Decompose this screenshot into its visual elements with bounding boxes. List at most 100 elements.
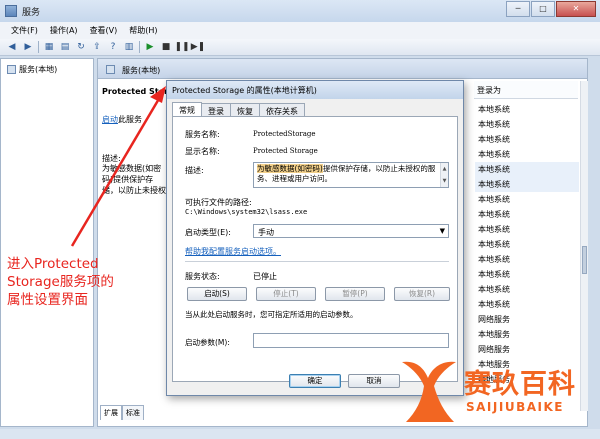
description-text: 为敏感数据(如密码)提供保护存储，以防止未授权的服务	[102, 164, 166, 195]
annotation-line-1: 进入Protected	[7, 256, 99, 272]
start-service-link[interactable]: 启动	[102, 115, 118, 124]
maximize-button[interactable]: □	[531, 1, 555, 17]
properties-icon[interactable]: ▤	[59, 41, 71, 53]
annotation-text: 进入Protected Storage服务项的 属性设置界面	[7, 255, 137, 309]
logon-as-list: 本地系统 本地系统 本地系统 本地系统 本地系统 本地系统 本地系统 本地系统 …	[475, 102, 579, 387]
description-selected-text: 为敏感数据(如密码)	[257, 164, 323, 173]
forward-arrow-icon[interactable]: ▶	[22, 41, 34, 53]
tree-item-label: 服务(本地)	[19, 65, 58, 74]
toolbar: ◀ ▶ ▦ ▤ ↻ ⇪ ? ▥ ▶ ■ ❚❚ ▶❚	[0, 39, 600, 56]
ok-button[interactable]: 确定	[289, 374, 341, 388]
list-item[interactable]: 本地系统	[475, 297, 579, 312]
minimize-button[interactable]: ─	[506, 1, 530, 17]
list-item[interactable]: 本地系统	[475, 192, 579, 207]
whale-tail-logo-icon	[402, 361, 456, 422]
view-tabs: 扩展 标准	[100, 405, 144, 420]
properties-dialog: Protected Storage 的属性(本地计算机) 常规 登录 恢复 依存…	[166, 80, 464, 396]
description-textbox[interactable]: 为敏感数据(如密码)提供保护存储，以防止未授权的服务、进程或用户访问。 ▲ ▼	[253, 162, 449, 188]
dialog-body: 常规 登录 恢复 依存关系 服务名称: ProtectedStorage 显示名…	[172, 102, 458, 382]
menu-help[interactable]: 帮助(H)	[124, 22, 164, 39]
watermark: 赛玖百科 SAIJIUBAIKE	[392, 354, 598, 434]
list-item[interactable]: 本地系统	[475, 282, 579, 297]
console-tree-icon[interactable]: ▦	[43, 41, 55, 53]
menu-action[interactable]: 操作(A)	[45, 22, 85, 39]
menu-view[interactable]: 查看(V)	[85, 22, 125, 39]
window-titlebar: 服务 ─ □ ✕	[0, 0, 600, 22]
description-field-label: 描述:	[185, 166, 204, 175]
general-tab-page: 服务名称: ProtectedStorage 显示名称: Protected S…	[172, 116, 458, 382]
list-item[interactable]: 本地系统	[475, 132, 579, 147]
restart-service-icon[interactable]: ▶❚	[191, 41, 205, 53]
startup-type-label: 启动类型(E):	[185, 228, 231, 237]
dialog-title: Protected Storage 的属性(本地计算机)	[167, 81, 463, 99]
panel-title: 服务(本地)	[122, 66, 161, 75]
tab-logon[interactable]: 登录	[201, 103, 231, 117]
toolbar-separator	[38, 41, 39, 53]
start-button[interactable]: 启动(S)	[187, 287, 247, 301]
list-item[interactable]: 本地系统	[475, 252, 579, 267]
annotation-line-3: 属性设置界面	[7, 292, 88, 308]
menu-bar: 文件(F) 操作(A) 查看(V) 帮助(H)	[0, 22, 600, 39]
window-title: 服务	[22, 8, 41, 18]
services-icon	[106, 65, 115, 74]
service-status-label: 服务状态:	[185, 272, 220, 281]
console-tree: 服务(本地)	[0, 58, 94, 427]
list-item[interactable]: 本地系统	[475, 237, 579, 252]
list-item[interactable]: 网络服务	[475, 312, 579, 327]
tab-general[interactable]: 常规	[172, 102, 202, 117]
startup-type-select[interactable]: 手动 ▼	[253, 224, 449, 238]
toolbar-separator-2	[139, 41, 140, 53]
tab-dependencies[interactable]: 依存关系	[259, 103, 305, 117]
divider	[185, 261, 449, 262]
list-item[interactable]: 本地系统	[475, 162, 579, 177]
export-list-icon[interactable]: ⇪	[91, 41, 103, 53]
dialog-tabs: 常规 登录 恢复 依存关系	[172, 102, 305, 117]
list-item[interactable]: 本地系统	[475, 117, 579, 132]
stop-button[interactable]: 停止(T)	[256, 287, 316, 301]
list-item[interactable]: 本地服务	[475, 327, 579, 342]
executable-path-label: 可执行文件的路径:	[185, 198, 252, 207]
watermark-sub: SAIJIUBAIKE	[466, 400, 564, 414]
show-pane-icon[interactable]: ▥	[123, 41, 135, 53]
scrollbar-thumb[interactable]	[582, 246, 587, 274]
start-service-link-line: 启动此服务	[102, 114, 142, 125]
description-scrollbar[interactable]: ▲ ▼	[440, 163, 448, 187]
list-item[interactable]: 本地系统	[475, 147, 579, 162]
service-name-value: ProtectedStorage	[253, 130, 316, 138]
list-item[interactable]: 本地系统	[475, 177, 579, 192]
panel-header: 服务(本地)	[98, 59, 587, 79]
pause-button[interactable]: 暂停(P)	[325, 287, 385, 301]
help-icon[interactable]: ?	[107, 41, 119, 53]
list-item[interactable]: 本地系统	[475, 207, 579, 222]
refresh-icon[interactable]: ↻	[75, 41, 87, 53]
startup-help-link[interactable]: 帮助我配置服务启动选项。	[185, 246, 281, 257]
service-status-value: 已停止	[253, 272, 277, 281]
stop-service-icon[interactable]: ■	[160, 41, 172, 53]
executable-path-value: C:\Windows\system32\lsass.exe	[185, 208, 308, 216]
start-service-icon[interactable]: ▶	[144, 41, 156, 53]
watermark-brand: 赛玖百科	[464, 369, 576, 400]
tree-item-services-local[interactable]: 服务(本地)	[7, 64, 57, 75]
display-name-value: Protected Storage	[253, 147, 318, 155]
tab-recovery[interactable]: 恢复	[230, 103, 260, 117]
startup-params-note: 当从此处启动服务时，您可指定所适用的启动参数。	[185, 310, 358, 319]
column-header-logon-as[interactable]: 登录为	[474, 81, 578, 99]
service-name-label: 服务名称:	[185, 130, 220, 139]
services-app-icon	[5, 5, 17, 17]
start-service-suffix: 此服务	[118, 115, 142, 124]
startup-type-value: 手动	[258, 228, 274, 237]
resume-button[interactable]: 恢复(R)	[394, 287, 450, 301]
tab-extended[interactable]: 扩展	[100, 405, 122, 420]
close-button[interactable]: ✕	[556, 1, 596, 17]
menu-file[interactable]: 文件(F)	[6, 22, 45, 39]
list-item[interactable]: 本地系统	[475, 102, 579, 117]
startup-params-input[interactable]	[253, 333, 449, 348]
pause-service-icon[interactable]: ❚❚	[174, 41, 189, 53]
services-icon	[7, 65, 16, 74]
startup-params-label: 启动参数(M):	[185, 338, 230, 347]
list-item[interactable]: 本地系统	[475, 222, 579, 237]
back-arrow-icon[interactable]: ◀	[6, 41, 18, 53]
display-name-label: 显示名称:	[185, 147, 220, 156]
tab-standard[interactable]: 标准	[122, 405, 144, 420]
list-item[interactable]: 本地系统	[475, 267, 579, 282]
